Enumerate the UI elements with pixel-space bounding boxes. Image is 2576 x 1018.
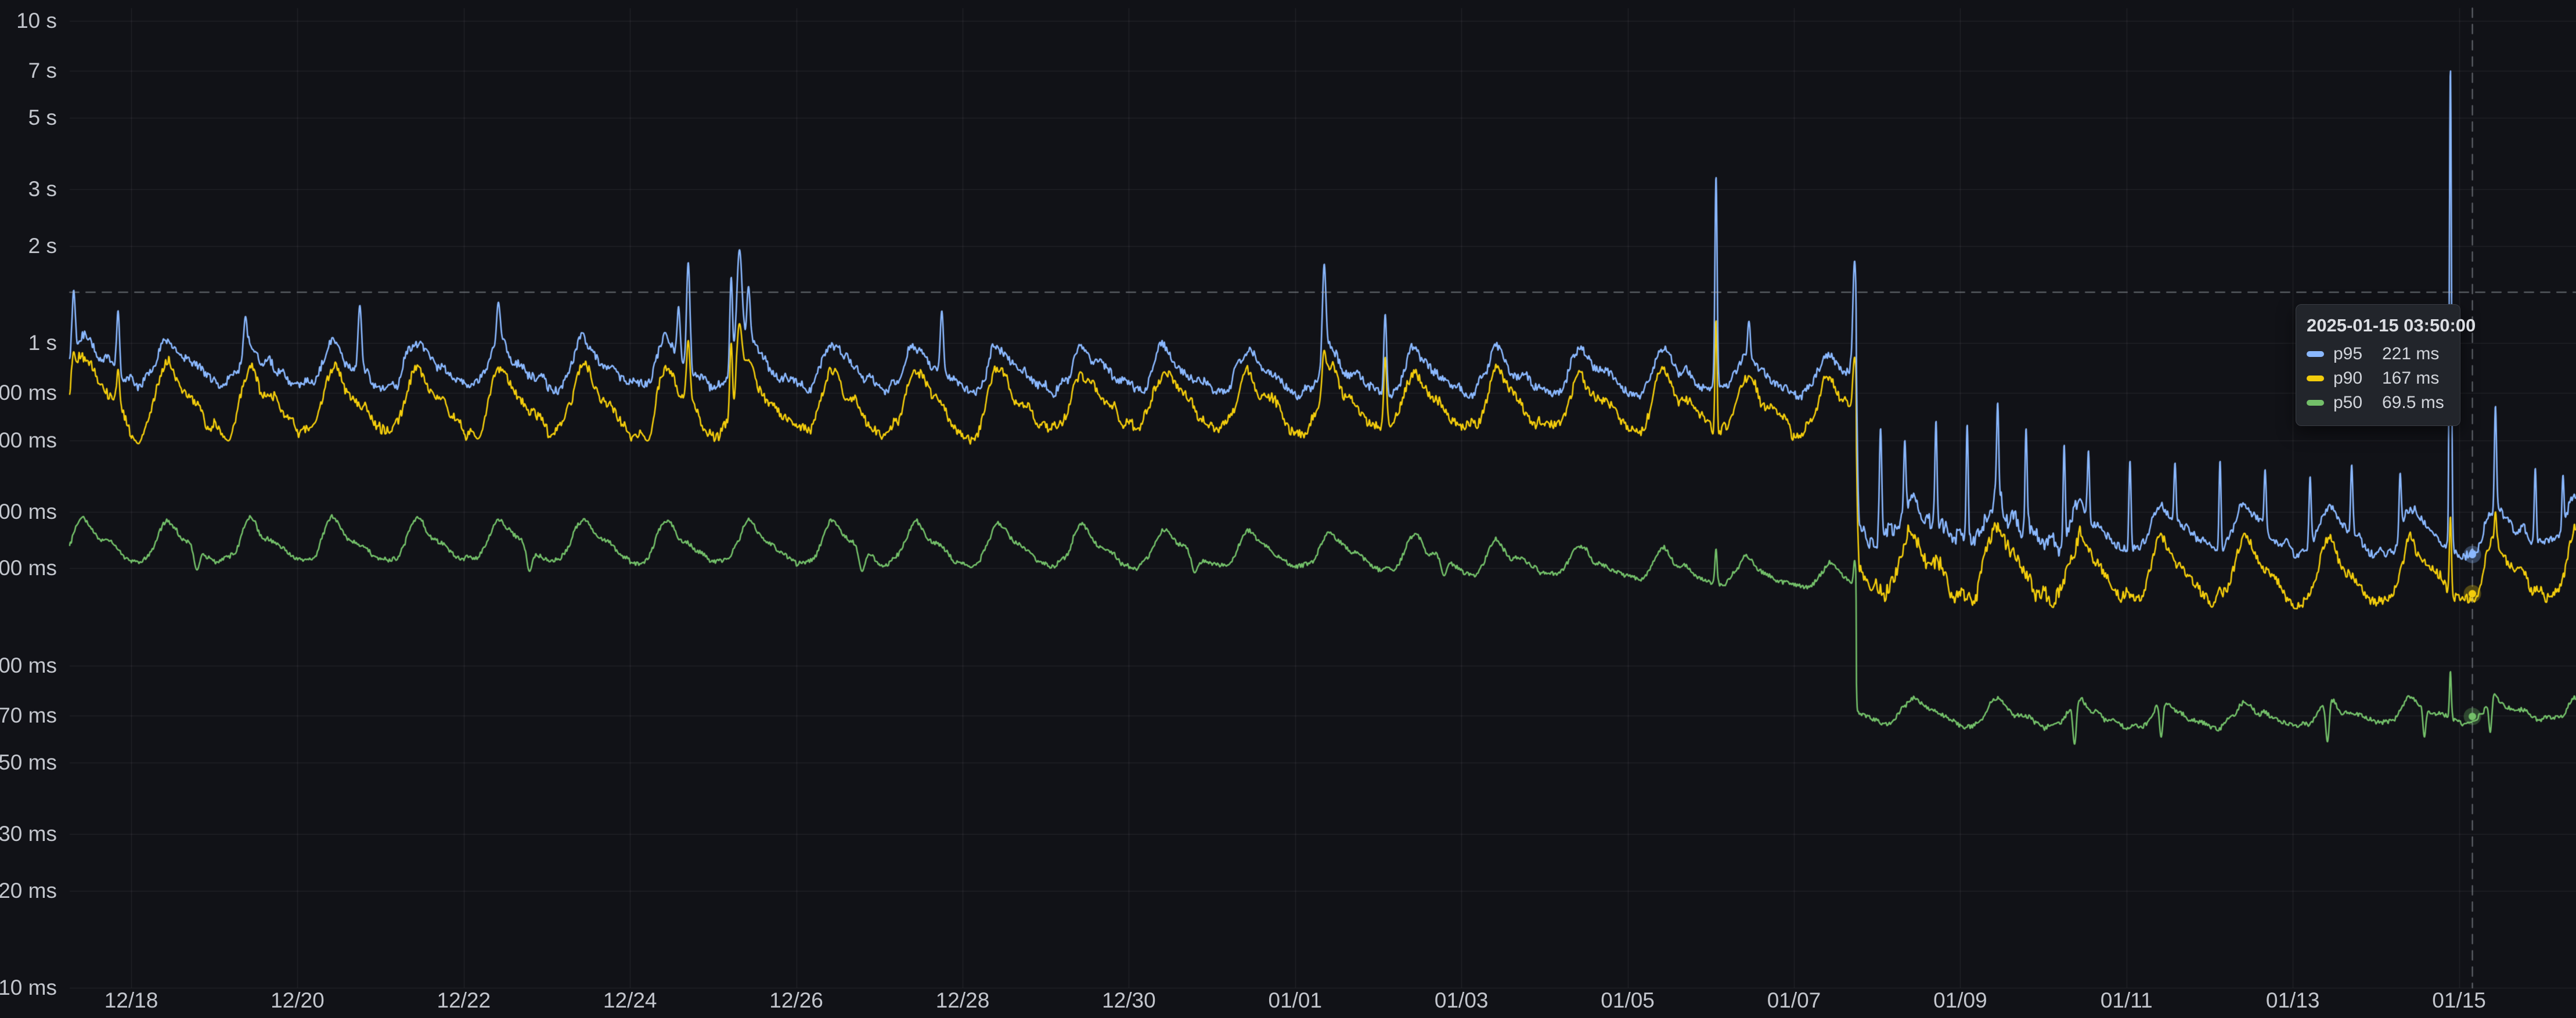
x-tick-label: 12/30 xyxy=(1082,989,1175,1012)
y-tick-label: 5 s xyxy=(28,106,57,129)
y-tick-label: 200 ms xyxy=(0,557,57,580)
y-tick-label: 1 s xyxy=(28,331,57,355)
y-tick-label: 3 s xyxy=(28,178,57,201)
y-tick-label: 300 ms xyxy=(0,500,57,524)
time-series-chart-canvas[interactable] xyxy=(0,0,2576,1018)
y-tick-label: 100 ms xyxy=(0,654,57,677)
x-tick-label: 12/28 xyxy=(916,989,1009,1012)
x-tick-label: 12/26 xyxy=(750,989,843,1012)
p90-series-label: p90 xyxy=(2333,369,2382,388)
tooltip-row-p50: p50 69.5 ms xyxy=(2307,391,2449,415)
p90-series-value: 167 ms xyxy=(2382,369,2456,388)
y-axis: 10 s 7 s 5 s 3 s 2 s 1 s 700 ms 500 ms 300 ms 200… xyxy=(0,0,65,1018)
y-tick-label: 2 s xyxy=(28,234,57,258)
p95-series-swatch xyxy=(2307,351,2324,357)
y-tick-label: 70 ms xyxy=(0,704,57,727)
y-tick-label: 7 s xyxy=(28,59,57,82)
p50-series-label: p50 xyxy=(2333,393,2382,413)
x-axis: 12/18 12/20 12/22 12/24 12/26 12/28 12/30 01/01… xyxy=(0,987,2576,1018)
x-tick-label: 01/07 xyxy=(1748,989,1840,1012)
y-tick-label: 20 ms xyxy=(0,879,57,903)
p95-series-value: 221 ms xyxy=(2382,344,2456,364)
x-tick-label: 12/20 xyxy=(251,989,344,1012)
x-tick-label: 12/22 xyxy=(417,989,510,1012)
y-tick-label: 10 s xyxy=(16,9,57,33)
tooltip-row-p90: p90 167 ms xyxy=(2307,366,2449,391)
x-tick-label: 01/13 xyxy=(2246,989,2339,1012)
x-tick-label: 01/11 xyxy=(2080,989,2173,1012)
tooltip-timestamp: 2025-01-15 03:50:00 xyxy=(2307,314,2449,337)
tooltip: 2025-01-15 03:50:00 p95 221 ms p90 167 m… xyxy=(2296,304,2460,426)
x-tick-label: 01/05 xyxy=(1581,989,1674,1012)
x-tick-label: 12/24 xyxy=(583,989,676,1012)
x-tick-label: 01/01 xyxy=(1249,989,1342,1012)
x-tick-label: 01/15 xyxy=(2413,989,2506,1012)
y-tick-label: 30 ms xyxy=(0,822,57,846)
p50-series-swatch xyxy=(2307,400,2324,406)
x-tick-label: 01/03 xyxy=(1415,989,1508,1012)
p50-series-value: 69.5 ms xyxy=(2382,393,2462,413)
y-tick-label: 500 ms xyxy=(0,429,57,452)
x-tick-label: 12/18 xyxy=(85,989,178,1012)
x-tick-label: 01/09 xyxy=(1914,989,2006,1012)
y-tick-label: 50 ms xyxy=(0,751,57,774)
p95-series-label: p95 xyxy=(2333,344,2382,364)
p90-series-swatch xyxy=(2307,376,2324,381)
tooltip-row-p95: p95 221 ms xyxy=(2307,342,2449,366)
y-tick-label: 700 ms xyxy=(0,381,57,405)
latency-percentiles-panel: 10 s 7 s 5 s 3 s 2 s 1 s 700 ms 500 ms 300 ms 200… xyxy=(0,0,2576,1018)
